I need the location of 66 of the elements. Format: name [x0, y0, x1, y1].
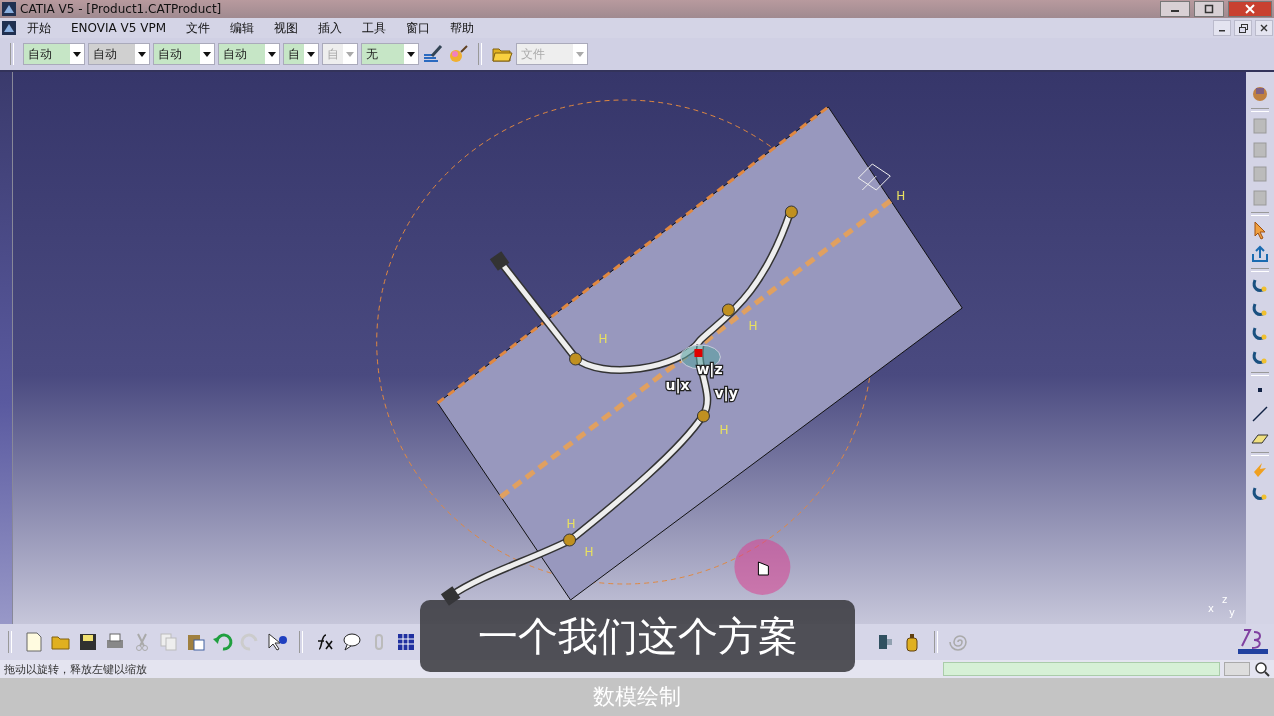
table-icon[interactable]	[395, 631, 417, 653]
caption-text: 数模绘制	[593, 683, 681, 711]
caret-icon	[307, 51, 315, 57]
style-dropdown[interactable]: 自动	[153, 43, 215, 65]
style-dropdown[interactable]: 自动	[23, 43, 85, 65]
plate[interactable]	[437, 106, 963, 601]
restore-icon	[1238, 23, 1248, 33]
caret-icon	[407, 51, 415, 57]
search-icon[interactable]	[1254, 661, 1270, 677]
close-button[interactable]	[1255, 20, 1273, 36]
corner-box-icon	[857, 163, 891, 191]
menu-item[interactable]: 帮助	[441, 19, 484, 37]
minimize-button[interactable]	[1160, 1, 1190, 17]
close-icon	[1260, 24, 1268, 32]
axis-label: v|y	[714, 385, 738, 401]
menu-item[interactable]: 文件	[177, 19, 220, 37]
menu-item[interactable]: 窗口	[397, 19, 440, 37]
caret-icon	[346, 51, 354, 57]
close-button[interactable]	[1228, 1, 1272, 17]
constraint-marker: H	[566, 517, 576, 531]
speech-bubble-icon[interactable]	[341, 631, 363, 653]
constraint-marker: H	[719, 423, 729, 437]
status-text: 拖动以旋转，释放左键以缩放	[3, 661, 147, 677]
logo-icon	[1236, 628, 1270, 656]
command-input[interactable]	[943, 662, 1220, 676]
export-icon[interactable]	[1250, 244, 1270, 264]
style-dropdown[interactable]: 自	[283, 43, 319, 65]
constraint-marker: H	[748, 319, 758, 333]
menu-item[interactable]: 开始	[18, 19, 60, 37]
new-icon[interactable]	[23, 631, 45, 653]
brush-icon[interactable]	[422, 44, 444, 64]
axis-label: y	[1229, 607, 1235, 618]
restore-button[interactable]	[1234, 20, 1252, 36]
axis-label: z	[1222, 594, 1228, 605]
caret-icon	[268, 51, 276, 57]
scrollbar[interactable]	[0, 72, 13, 624]
axis-label: u|x	[665, 377, 690, 393]
caret-icon	[73, 51, 81, 57]
ball-icon[interactable]	[447, 44, 469, 64]
maximize-icon	[1204, 4, 1214, 14]
style-dropdown[interactable]: 自动	[88, 43, 150, 65]
save-icon[interactable]	[77, 631, 99, 653]
maximize-button[interactable]	[1194, 1, 1224, 17]
axis-label: w|z	[696, 361, 723, 377]
menu-item[interactable]: 视图	[265, 19, 308, 37]
line-icon[interactable]	[1250, 404, 1270, 424]
window-title: CATIA V5 - [Product1.CATProduct]	[20, 2, 222, 16]
constraint-marker: H	[598, 332, 608, 346]
constraint-marker: H	[896, 189, 906, 203]
menu-item[interactable]: 工具	[353, 19, 396, 37]
menu-item[interactable]: 编辑	[221, 19, 264, 37]
click-highlight	[734, 539, 791, 595]
help-icon[interactable]	[266, 631, 288, 653]
subtitle-text: 一个我们这个方案	[420, 600, 855, 672]
constraint-marker: H	[584, 545, 594, 559]
caret-icon	[138, 51, 146, 57]
style-dropdown[interactable]: 无	[361, 43, 419, 65]
caret-icon	[576, 51, 584, 57]
axis-label: x	[1208, 603, 1214, 614]
menu-item[interactable]: 插入	[309, 19, 352, 37]
style-dropdown[interactable]: 自动	[218, 43, 280, 65]
caret-icon	[203, 51, 211, 57]
close-icon	[1244, 3, 1256, 15]
app-icon	[2, 2, 16, 16]
document-icon	[2, 21, 16, 35]
menu-item[interactable]: ENOVIA V5 VPM	[62, 21, 176, 35]
